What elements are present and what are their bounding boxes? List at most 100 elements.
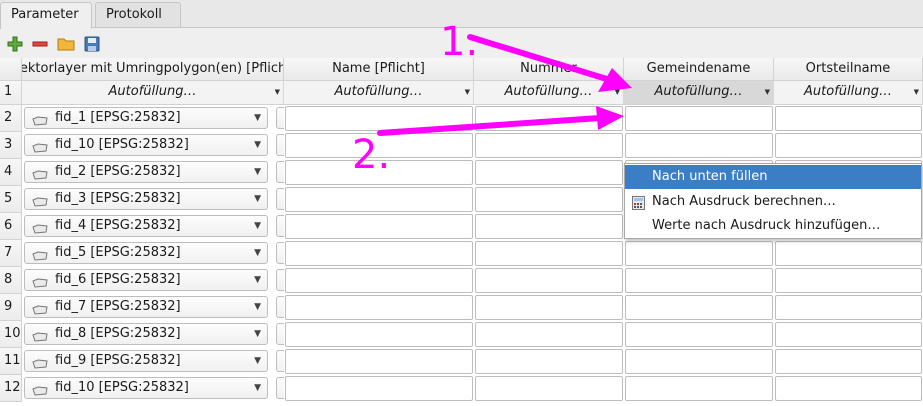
annotation-step-2: 2. <box>352 132 391 178</box>
chevron-down-icon: ▼ <box>254 275 261 285</box>
more-options-button[interactable]: …▼ <box>276 161 284 183</box>
menu-item-calculate-by-expression[interactable]: Nach Ausdruck berechnen… <box>625 190 921 214</box>
polygon-layer-icon <box>32 356 48 375</box>
header-ortsteilname[interactable]: Ortsteilname <box>774 58 923 81</box>
ortsteilname-input[interactable] <box>775 241 922 266</box>
gemeindename-input[interactable] <box>625 349 773 374</box>
autofill-name[interactable]: Autofüllung… ▼ <box>284 81 474 105</box>
row-number: 4 <box>0 159 22 186</box>
nummer-input[interactable] <box>475 268 623 293</box>
save-button[interactable] <box>82 34 102 54</box>
remove-row-button[interactable] <box>30 34 50 54</box>
header-gemeindename[interactable]: Gemeindename <box>624 58 774 81</box>
gemeindename-input[interactable] <box>625 241 773 266</box>
name-input[interactable] <box>285 268 473 293</box>
nummer-input[interactable] <box>475 295 623 320</box>
autofill-nummer[interactable]: Autofüllung… ▼ <box>474 81 624 105</box>
nummer-input[interactable] <box>475 106 623 131</box>
gemeindename-input[interactable] <box>625 133 773 158</box>
more-options-button[interactable]: …▼ <box>276 134 284 156</box>
tab-parameter[interactable]: Parameter <box>0 2 92 29</box>
gemeindename-input[interactable] <box>625 106 773 131</box>
layer-select-value: fid_4 [EPSG:25832] <box>55 218 181 233</box>
add-row-icon <box>7 36 23 52</box>
nummer-input[interactable] <box>475 349 623 374</box>
tab-protokoll[interactable]: Protokoll <box>95 2 181 28</box>
polygon-layer-icon <box>32 275 48 294</box>
table-row-layer-cell: fid_10 [EPSG:25832] ▼ …▼ <box>22 132 284 159</box>
menu-item-label: Werte nach Ausdruck hinzufügen… <box>652 218 881 233</box>
name-input[interactable] <box>285 214 473 239</box>
more-options-button[interactable]: …▼ <box>276 188 284 210</box>
more-options-button[interactable]: …▼ <box>276 215 284 237</box>
layer-select[interactable]: fid_10 [EPSG:25832] ▼ <box>24 134 268 156</box>
name-input[interactable] <box>285 322 473 347</box>
ortsteilname-input[interactable] <box>775 349 922 374</box>
more-options-button[interactable]: …▼ <box>276 296 284 318</box>
gemeindename-input[interactable] <box>625 268 773 293</box>
header-nummer[interactable]: Nummer <box>474 58 624 81</box>
nummer-input[interactable] <box>475 133 623 158</box>
gemeindename-input[interactable] <box>625 376 773 401</box>
layer-select[interactable]: fid_8 [EPSG:25832] ▼ <box>24 323 268 345</box>
ortsteilname-input[interactable] <box>775 106 922 131</box>
name-input[interactable] <box>285 376 473 401</box>
menu-item-label: Nach unten füllen <box>652 169 768 184</box>
layer-select[interactable]: fid_9 [EPSG:25832] ▼ <box>24 350 268 372</box>
name-input[interactable] <box>285 106 473 131</box>
more-options-button[interactable]: …▼ <box>276 350 284 372</box>
layer-select[interactable]: fid_1 [EPSG:25832] ▼ <box>24 107 268 129</box>
name-input[interactable] <box>285 241 473 266</box>
open-button[interactable] <box>56 34 76 54</box>
table-row-layer-cell: fid_6 [EPSG:25832] ▼ …▼ <box>22 267 284 294</box>
layer-select[interactable]: fid_10 [EPSG:25832] ▼ <box>24 377 268 399</box>
autofill-gemeindename[interactable]: Autofüllung… ▼ <box>624 81 774 105</box>
name-input[interactable] <box>285 187 473 212</box>
name-input[interactable] <box>285 295 473 320</box>
nummer-input[interactable] <box>475 187 623 212</box>
row-number: 7 <box>0 240 22 267</box>
autofill-ortsteilname[interactable]: Autofüllung… ▼ <box>774 81 923 105</box>
more-options-button[interactable]: …▼ <box>276 377 284 399</box>
nummer-input[interactable] <box>475 160 623 185</box>
more-options-button[interactable]: …▼ <box>276 107 284 129</box>
add-row-button[interactable] <box>5 34 25 54</box>
more-options-button[interactable]: …▼ <box>276 269 284 291</box>
dropdown-arrow-icon: ▼ <box>614 88 620 96</box>
layer-select[interactable]: fid_6 [EPSG:25832] ▼ <box>24 269 268 291</box>
polygon-layer-icon <box>32 113 48 132</box>
gemeindename-input[interactable] <box>625 295 773 320</box>
layer-select[interactable]: fid_2 [EPSG:25832] ▼ <box>24 161 268 183</box>
nummer-input[interactable] <box>475 322 623 347</box>
ortsteilname-input[interactable] <box>775 133 922 158</box>
menu-item-fill-down[interactable]: Nach unten füllen <box>625 165 921 189</box>
name-input[interactable] <box>285 349 473 374</box>
row-number: 10 <box>0 321 22 348</box>
layer-select[interactable]: fid_5 [EPSG:25832] ▼ <box>24 242 268 264</box>
ortsteilname-input[interactable] <box>775 322 922 347</box>
row-number: 9 <box>0 294 22 321</box>
layer-select[interactable]: fid_7 [EPSG:25832] ▼ <box>24 296 268 318</box>
table-row-layer-cell: fid_10 [EPSG:25832] ▼ …▼ <box>22 375 284 402</box>
ortsteilname-input[interactable] <box>775 376 922 401</box>
layer-select-value: fid_8 [EPSG:25832] <box>55 326 181 341</box>
gemeindename-input[interactable] <box>625 322 773 347</box>
nummer-input[interactable] <box>475 376 623 401</box>
layer-select-value: fid_3 [EPSG:25832] <box>55 191 181 206</box>
layer-select[interactable]: fid_4 [EPSG:25832] ▼ <box>24 215 268 237</box>
chevron-down-icon: ▼ <box>254 194 261 204</box>
ortsteilname-input[interactable] <box>775 268 922 293</box>
chevron-down-icon: ▼ <box>254 356 261 366</box>
more-options-button[interactable]: …▼ <box>276 242 284 264</box>
ortsteilname-input[interactable] <box>775 295 922 320</box>
autofill-vektorlayer[interactable]: Autofüllung… ▼ <box>22 81 284 105</box>
nummer-input[interactable] <box>475 214 623 239</box>
header-vektorlayer[interactable]: Vektorlayer mit Umringpolygon(en) [Pflic… <box>22 58 284 81</box>
chevron-down-icon: ▼ <box>254 248 261 258</box>
more-options-button[interactable]: …▼ <box>276 323 284 345</box>
table-row-layer-cell: fid_2 [EPSG:25832] ▼ …▼ <box>22 159 284 186</box>
nummer-input[interactable] <box>475 241 623 266</box>
save-icon <box>84 36 100 52</box>
layer-select[interactable]: fid_3 [EPSG:25832] ▼ <box>24 188 268 210</box>
menu-item-add-values-by-expression[interactable]: Werte nach Ausdruck hinzufügen… <box>625 214 921 238</box>
